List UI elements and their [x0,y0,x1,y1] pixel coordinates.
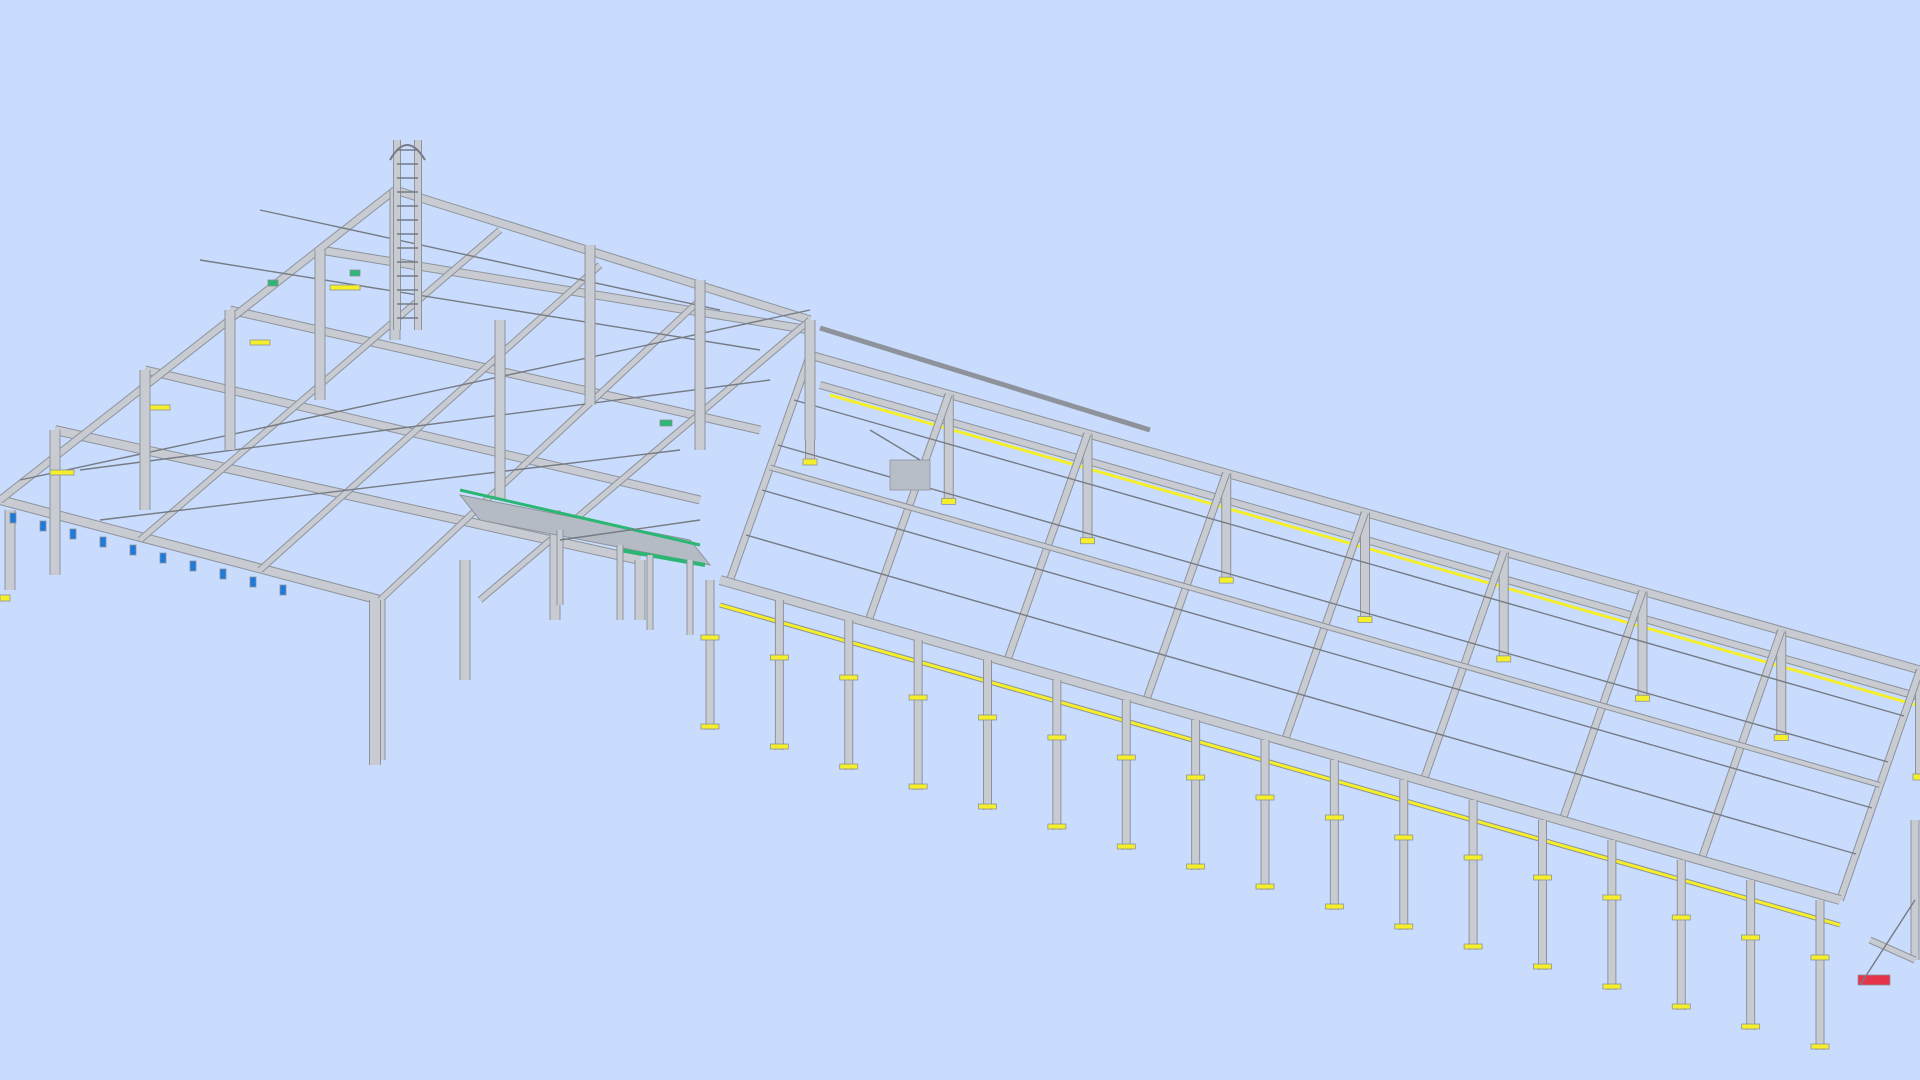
left-blue-bracket-5 [159,552,167,564]
right-front-bracket-lower-13 [1602,983,1622,990]
right-front-bracket-lower-1 [769,743,789,750]
right-front-bracket-lower-3 [908,783,928,790]
right-back-column-base-5 [1496,655,1512,663]
left-yellow-mark-4 [329,284,361,291]
green-accent-1 [267,279,279,287]
green-accent-3 [659,419,673,427]
left-blue-bracket-3 [99,536,107,548]
equipment-block [889,459,931,491]
right-front-bracket-upper-11 [1463,854,1483,861]
right-front-bracket-upper-7 [1186,774,1206,781]
structure-elements [0,140,1920,1050]
right-front-bracket-lower-5 [1047,823,1067,830]
right-purlin-4 [793,399,1905,717]
right-back-column-base-8 [1912,773,1920,781]
steel-structure-model [0,140,1920,1050]
right-back-column-base-2 [1080,537,1095,545]
right-front-bracket-upper-16 [1810,954,1830,961]
left-blue-bracket-7 [219,568,227,580]
left-blue-bracket-9 [279,584,287,596]
left-blue-bracket-4 [129,544,137,556]
right-front-bracket-lower-12 [1533,963,1552,970]
right-front-bracket-lower-8 [1255,883,1275,890]
right-front-bracket-upper-5 [1047,734,1067,741]
equipment-pipe [869,429,921,461]
left-blue-bracket-2 [69,528,77,540]
left-blue-bracket-1 [39,520,47,532]
right-back-column-base-4 [1357,616,1373,623]
right-front-bracket-lower-0 [700,723,720,730]
right-purlin-1 [745,534,1857,855]
left-yellow-mark-2 [149,404,171,411]
right-purlin-2 [761,489,1873,809]
right-ridge-beam-face [769,465,1881,787]
right-gable-beam-face [1868,937,1917,963]
right-back-column-base-3 [1218,576,1234,584]
right-front-bracket-lower-14 [1671,1003,1691,1010]
left-blue-bracket-8 [249,576,257,588]
right-purlin-3 [777,444,1889,763]
right-front-bracket-lower-10 [1394,923,1414,930]
right-front-yellow-strip [719,603,1841,927]
left-yellow-mark-1 [49,469,75,476]
right-front-bracket-upper-1 [769,654,789,661]
right-back-column-base-7 [1773,734,1789,742]
right-back-column-base-0 [802,458,818,466]
right-front-bracket-lower-16 [1810,1043,1830,1050]
left-purlin-4 [259,209,721,311]
right-back-column-base-6 [1635,694,1650,702]
left-yellow-mark-3 [249,339,271,346]
right-front-bracket-upper-4 [978,714,997,721]
right-front-bracket-upper-8 [1255,794,1275,801]
right-front-bracket-upper-14 [1671,914,1691,921]
right-front-bracket-upper-6 [1116,754,1136,761]
left-blue-bracket-6 [189,560,197,572]
right-back-column-base-1 [941,497,957,505]
right-front-bracket-lower-7 [1186,863,1206,870]
right-front-bracket-upper-3 [908,694,928,701]
3d-viewport[interactable] [0,0,1920,1080]
right-front-bracket-upper-15 [1741,934,1761,941]
right-gable-stair-rail [1859,899,1916,986]
upper-back-beam [819,325,1151,433]
right-front-bracket-lower-11 [1463,943,1483,950]
right-front-bracket-upper-12 [1533,874,1552,881]
right-gable-beam [1868,936,1917,964]
right-front-bracket-upper-10 [1394,834,1414,841]
left-blue-bracket-0 [9,512,17,524]
right-front-bracket-lower-9 [1324,903,1344,910]
right-front-bracket-lower-2 [839,763,859,770]
right-ridge-beam [769,464,1881,788]
right-front-bracket-upper-9 [1324,814,1344,821]
left-yellow-mark-5 [0,594,11,602]
right-front-bracket-lower-4 [978,803,997,810]
right-front-bracket-lower-6 [1116,843,1136,850]
right-front-bracket-upper-13 [1602,894,1622,901]
green-accent-2 [349,269,361,277]
right-front-bracket-lower-15 [1741,1023,1761,1030]
right-front-bracket-upper-2 [839,674,859,681]
right-front-bracket-upper-0 [700,634,720,641]
